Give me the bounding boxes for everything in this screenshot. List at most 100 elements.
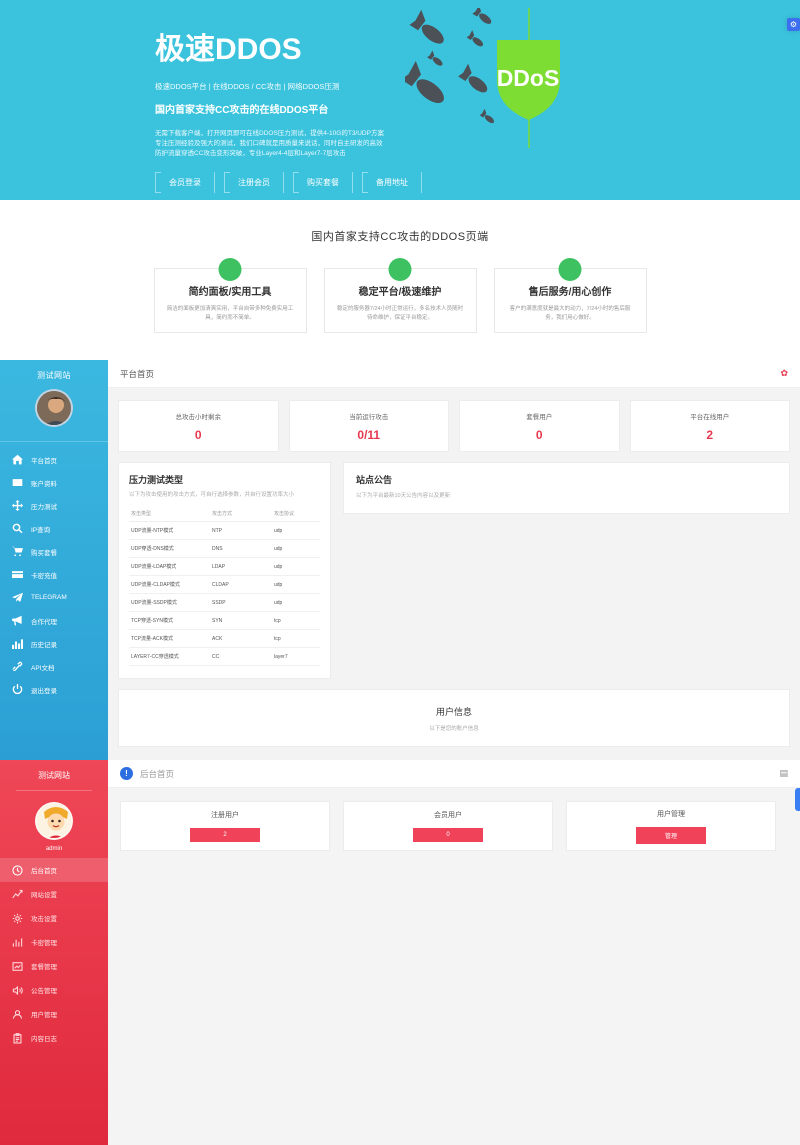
users-icon [11, 1008, 23, 1020]
stat-card-remaining-hours: 总攻击小时剩余 0 [118, 400, 279, 452]
feature-card: 简约面板/实用工具 简洁的面板更加清爽实用，平台自带多种免费实用工具，简约而不简… [154, 268, 307, 333]
panel-subtitle: 以下为攻击使用的攻击方式，可自行选择参数，并自行设置功率大小 [129, 490, 320, 498]
cell-attack-type: UDP流量-LDAP模式 [129, 558, 210, 576]
sidebar-item-partner-agent[interactable]: 合作代理 [0, 609, 108, 632]
sidebar-item-content-log[interactable]: 内容日志 [0, 1026, 108, 1050]
hero-headline: 国内首家支持CC攻击的在线DDOS平台 [155, 104, 415, 118]
column-header: 攻击类型 [129, 506, 210, 522]
sidebar-item-user-management[interactable]: 用户管理 [0, 1002, 108, 1026]
cell-attack-type: TCP穿透-SYN模式 [129, 612, 210, 630]
hero-description-line: 防护流量穿透CC攻击变形突破，专业Layer4-4层和Layer7-7层攻击 [155, 149, 415, 159]
sidebar-item-label: 攻击设置 [31, 913, 57, 923]
sidebar-item-telegram[interactable]: TELEGRAM [0, 586, 108, 609]
sidebar-item-label: 用户管理 [31, 1009, 57, 1019]
cell-attack-type: UDP穿透-DNS模式 [129, 540, 210, 558]
home-icon [11, 454, 23, 466]
attack-types-panel: 压力测试类型 以下为攻击使用的攻击方式，可自行选择参数，并自行设置功率大小 攻击… [118, 462, 331, 679]
sidebar-divider [0, 441, 108, 442]
grid-menu-icon[interactable]: ▤ [779, 768, 788, 779]
avatar[interactable] [35, 802, 73, 840]
sidebar-item-buy-package[interactable]: 购买套餐 [0, 540, 108, 563]
sidebar-item-label: 网站设置 [31, 889, 57, 899]
column-header: 攻击方式 [210, 506, 272, 522]
hero-button-group: 会员登录 注册会员 购买套餐 备用地址 [155, 172, 431, 193]
sidebar-item-logout[interactable]: 退出登录 [0, 678, 108, 701]
sidebar-item-ip-lookup[interactable]: IP查询 [0, 517, 108, 540]
panel-title: 用户信息 [436, 705, 472, 718]
admin-card-label: 用户管理 [657, 809, 685, 819]
sidebar-item-package-management[interactable]: 套餐管理 [0, 954, 108, 978]
sidebar-item-stress-test[interactable]: 压力测试 [0, 494, 108, 517]
sidebar-item-platform-home[interactable]: 平台首页 [0, 448, 108, 471]
bar-chart-icon [11, 638, 23, 650]
shield-label: DDoS [497, 65, 560, 91]
feature-card-list: 简约面板/实用工具 简洁的面板更加清爽实用，平台自带多种免费实用工具，简约而不简… [0, 268, 800, 333]
member-users-value-button[interactable]: 0 [413, 828, 483, 842]
registered-users-value-button[interactable]: 2 [190, 828, 260, 842]
cell-attack-protocol: udp [272, 558, 320, 576]
sidebar-item-label: 卡密管理 [31, 937, 57, 947]
admin-card-row: 注册用户 2 会员用户 0 用户管理 管理 [108, 788, 800, 851]
info-badge-icon[interactable]: ! [120, 767, 133, 780]
side-panel-toggle[interactable] [795, 788, 800, 811]
sidebar-item-label: 历史记录 [31, 639, 57, 649]
sidebar-item-account-info[interactable]: 账户资料 [0, 471, 108, 494]
column-header: 攻击协议 [272, 506, 320, 522]
admin-username: admin [46, 846, 62, 852]
table-row: LAYER7-CC穿透模式 CC layer7 [129, 648, 320, 666]
admin-card-member-users: 会员用户 0 [343, 801, 553, 851]
sidebar-item-label: 后台首页 [31, 865, 57, 875]
admin-card-user-management: 用户管理 管理 [566, 801, 776, 851]
cell-attack-method: DNS [210, 540, 272, 558]
table-row: TCP流量-ACK模式 ACK tcp [129, 630, 320, 648]
features-section: 国内首家支持CC攻击的DDOS页端 简约面板/实用工具 简洁的面板更加清爽实用，… [0, 200, 800, 360]
corner-settings-badge[interactable]: ⚙ [787, 18, 800, 31]
search-icon [11, 523, 23, 535]
sidebar-item-label: 账户资料 [31, 478, 57, 488]
sidebar-item-label: TELEGRAM [31, 594, 67, 601]
feature-bullet-icon [389, 258, 412, 281]
dashboard-icon [11, 864, 23, 876]
backup-address-button[interactable]: 备用地址 [362, 172, 422, 193]
login-button[interactable]: 会员登录 [155, 172, 215, 193]
telegram-icon [11, 592, 23, 604]
attack-types-table: 攻击类型 攻击方式 攻击协议 UDP流量-NTP模式 NTP udp [129, 506, 320, 666]
sidebar-item-card-recharge[interactable]: 卡密充值 [0, 563, 108, 586]
gear-icon [11, 912, 23, 924]
admin-sidebar: 测试网站 admin 后台首页 [0, 760, 108, 1145]
speaker-icon [11, 984, 23, 996]
stat-card-online-users: 平台在线用户 2 [630, 400, 791, 452]
clipboard-icon [11, 1032, 23, 1044]
sidebar-item-card-management[interactable]: 卡密管理 [0, 930, 108, 954]
stat-card-package-users: 套餐用户 0 [459, 400, 620, 452]
sidebar-item-site-settings[interactable]: 网站设置 [0, 882, 108, 906]
sidebar-item-label: 内容日志 [31, 1033, 57, 1043]
page-title: 平台首页 [120, 368, 154, 380]
admin-card-label: 会员用户 [434, 810, 462, 820]
register-button[interactable]: 注册会员 [224, 172, 284, 193]
admin-topbar-left: ! 后台首页 [120, 767, 174, 780]
gear-icon[interactable]: ✿ [780, 368, 788, 379]
sidebar-item-label: 合作代理 [31, 616, 57, 626]
hero-description-line: 无需下载客户端，打开网页即可在线DDOS压力测试，提供4-10G的T3/UDP方… [155, 129, 415, 139]
stat-card-row: 总攻击小时剩余 0 当前运行攻击 0/11 套餐用户 0 平台在线用户 2 [108, 388, 800, 452]
stat-label: 套餐用户 [526, 411, 552, 421]
cell-attack-protocol: layer7 [272, 648, 320, 666]
feature-card: 稳定平台/极速维护 稳定的服务器7/24小时正常运行，多名技术人员随时待命维护，… [324, 268, 477, 333]
sidebar-item-label: 购买套餐 [31, 547, 57, 557]
sidebar-item-notice-management[interactable]: 公告管理 [0, 978, 108, 1002]
sidebar-item-admin-home[interactable]: 后台首页 [0, 858, 108, 882]
sidebar-item-attack-settings[interactable]: 攻击设置 [0, 906, 108, 930]
stat-value: 0 [536, 428, 543, 442]
sidebar-item-api-docs[interactable]: API文档 [0, 655, 108, 678]
avatar[interactable] [35, 389, 73, 427]
sidebar-item-history[interactable]: 历史记录 [0, 632, 108, 655]
buy-package-button[interactable]: 购买套餐 [293, 172, 353, 193]
table-row: UDP穿透-DNS模式 DNS udp [129, 540, 320, 558]
cart-icon [11, 546, 23, 558]
dashboard-main: 平台首页 ✿ 总攻击小时剩余 0 当前运行攻击 0/11 套餐用户 0 平台在线… [108, 360, 800, 760]
user-management-button[interactable]: 管理 [636, 827, 706, 844]
cell-attack-type: UDP流量-CLDAP模式 [129, 576, 210, 594]
table-row: TCP穿透-SYN模式 SYN tcp [129, 612, 320, 630]
feature-bullet-icon [219, 258, 242, 281]
